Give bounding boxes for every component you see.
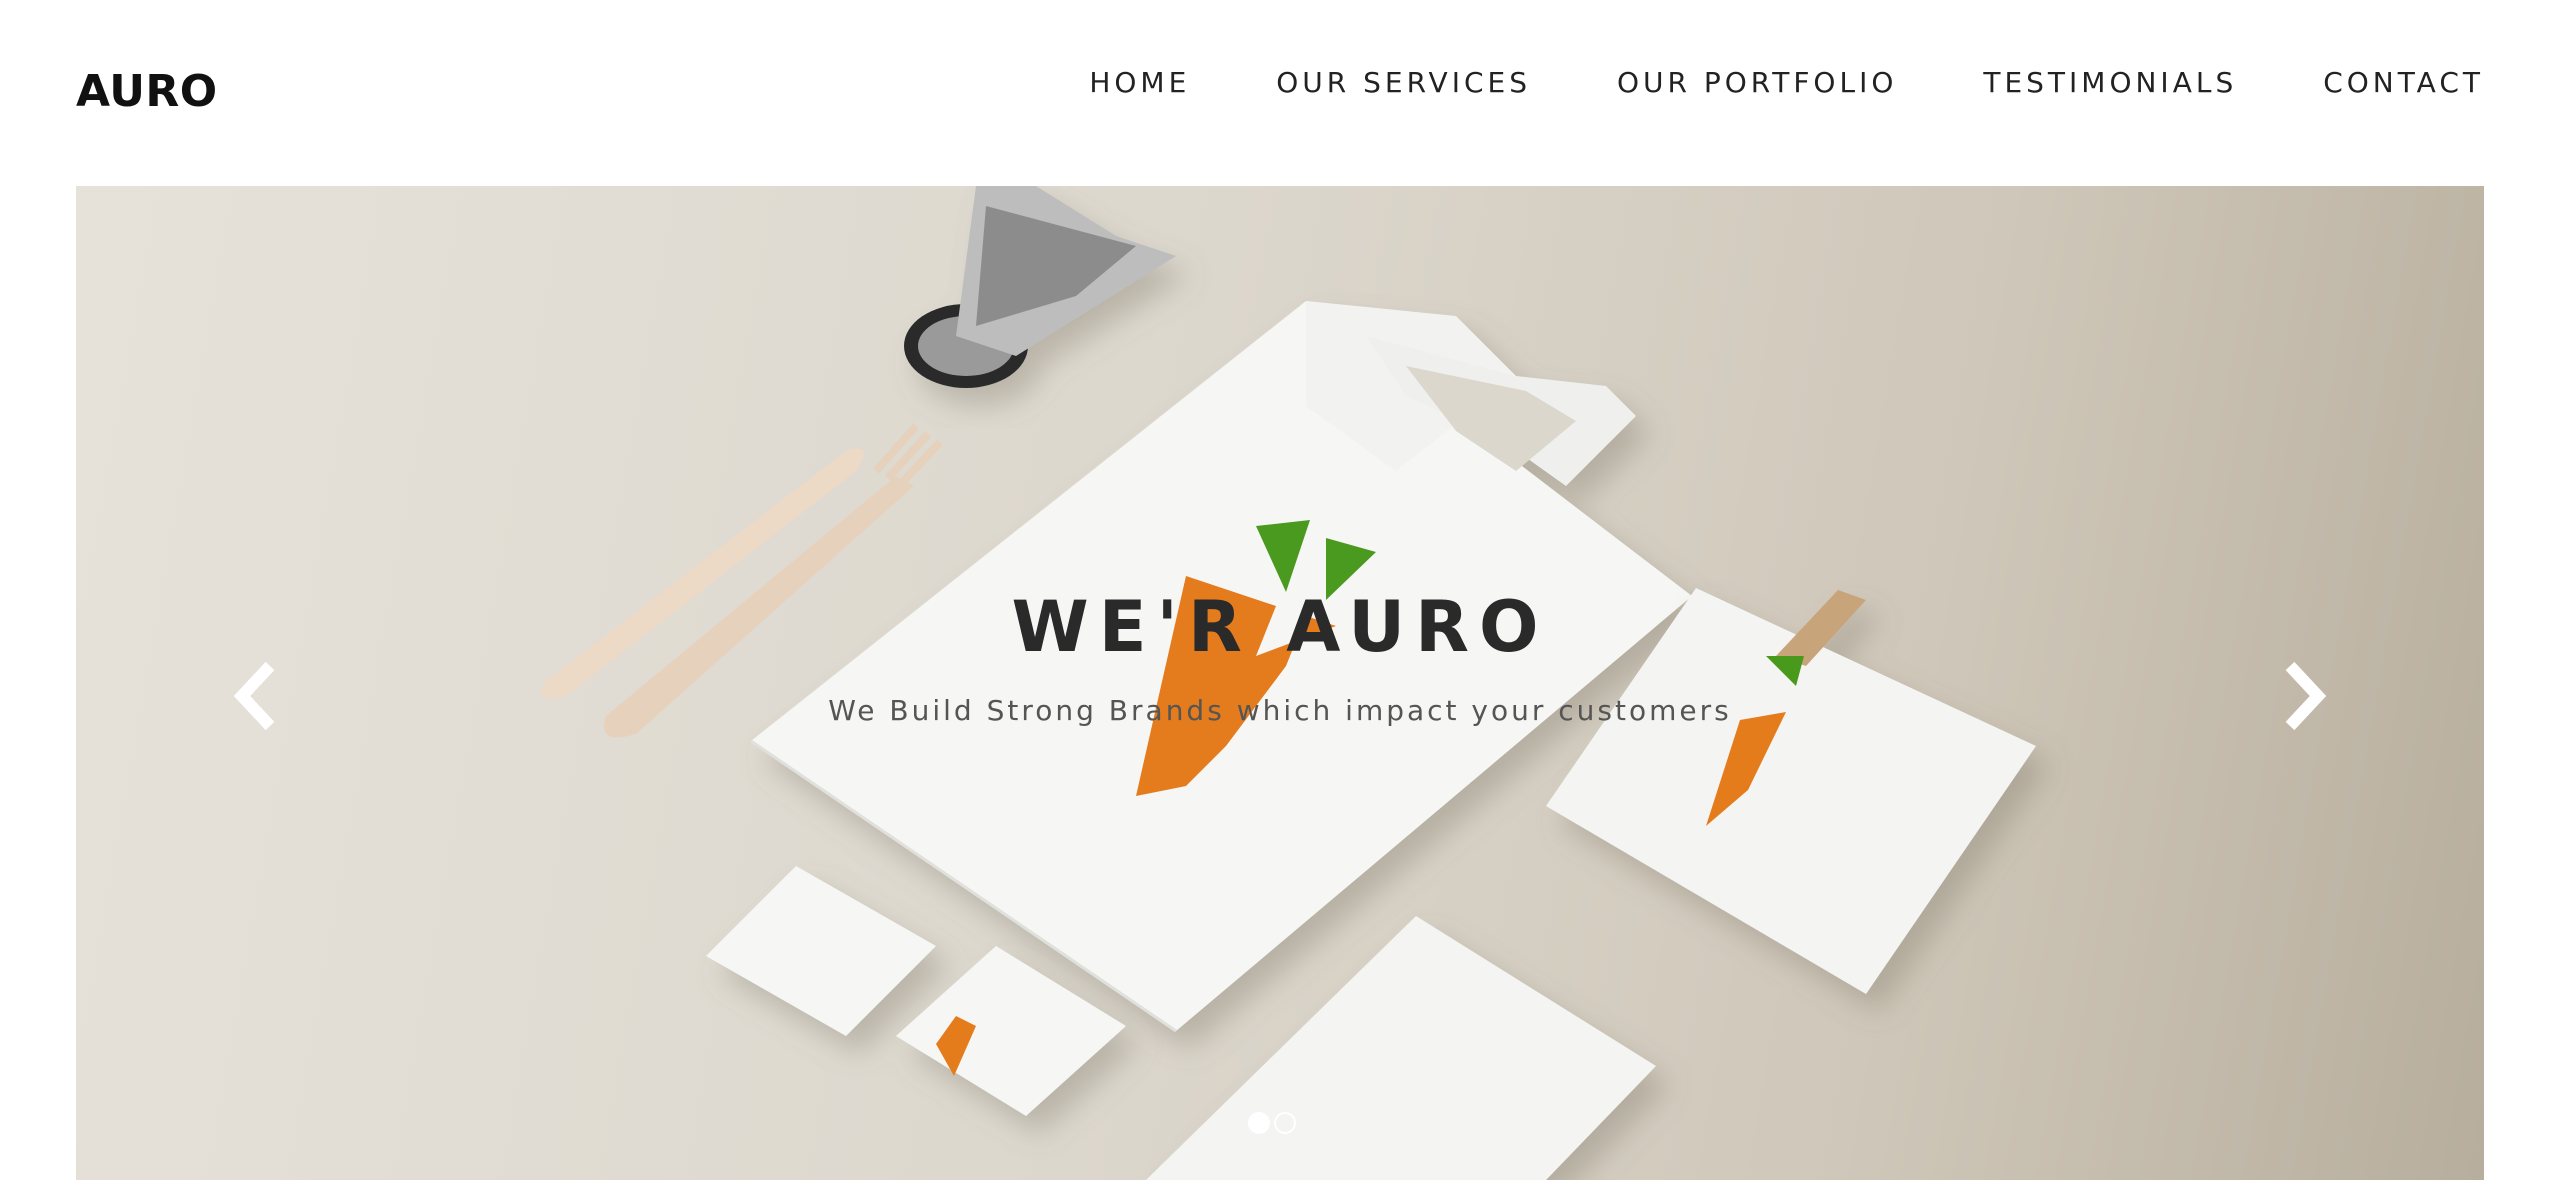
slider-next-button[interactable]	[2276, 656, 2336, 736]
hero-slider: WE'R AURO We Build Strong Brands which i…	[76, 186, 2484, 1180]
site-logo[interactable]: AURO	[76, 66, 218, 117]
nav-home[interactable]: HOME	[1089, 66, 1190, 99]
slider-dot-2[interactable]	[1274, 1112, 1296, 1134]
nav-our-portfolio[interactable]: OUR PORTFOLIO	[1617, 66, 1897, 99]
hero-title: WE'R AURO	[1011, 586, 1549, 668]
main-nav: HOME OUR SERVICES OUR PORTFOLIO TESTIMON…	[1089, 66, 2484, 99]
slider-dot-1[interactable]	[1248, 1112, 1270, 1134]
hero-subtitle: We Build Strong Brands which impact your…	[828, 694, 1732, 727]
chevron-right-icon	[2285, 661, 2327, 731]
hero-caption: WE'R AURO We Build Strong Brands which i…	[76, 586, 2484, 727]
nav-our-services[interactable]: OUR SERVICES	[1276, 66, 1531, 99]
nav-contact[interactable]: CONTACT	[2323, 66, 2484, 99]
slider-pagination	[1248, 1112, 1296, 1134]
slider-prev-button[interactable]	[224, 656, 284, 736]
chevron-left-icon	[233, 661, 275, 731]
nav-testimonials[interactable]: TESTIMONIALS	[1983, 66, 2237, 99]
stapler-graphic	[904, 186, 1176, 388]
site-header: AURO HOME OUR SERVICES OUR PORTFOLIO TES…	[0, 0, 2560, 186]
